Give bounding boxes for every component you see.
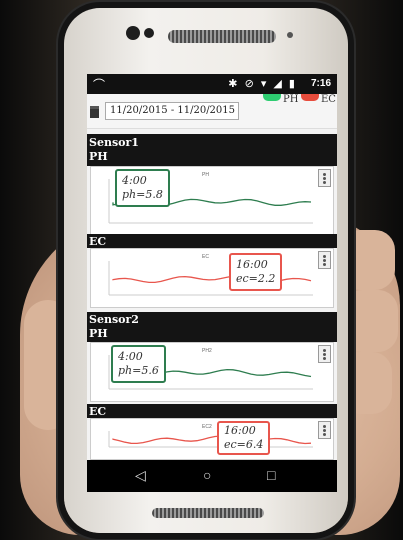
chart-plot: EC (108, 254, 313, 296)
status-time: 7:16 (310, 78, 331, 89)
notification-icon: ⌒ (93, 78, 106, 92)
finger (340, 230, 395, 290)
ec-header: EC (87, 234, 337, 248)
legend-swatch-ec (301, 94, 319, 101)
back-button[interactable]: ◁ (135, 467, 146, 484)
front-camera (126, 26, 140, 40)
section-label: EC (89, 235, 107, 248)
chart-panel: PH 4:00 ph=5.8 (90, 166, 334, 236)
tooltip-time: 16:00 (236, 258, 268, 271)
chart-title: EC (202, 254, 209, 260)
tooltip-value: ec=2.2 (236, 272, 276, 285)
bottom-speaker (152, 508, 264, 518)
phone-screen: ⌒ ✱ ⊘ ▾ ◢ ▮ 7:16 11/20/2015 - 11/20/2015… (87, 74, 337, 492)
chart-plot: EC2 (108, 424, 313, 448)
chart-axis (108, 261, 313, 296)
chart-title: PH (202, 172, 209, 178)
recents-button[interactable]: □ (267, 467, 275, 483)
legend-swatch-ph (263, 94, 281, 101)
chart-menu-button[interactable] (318, 345, 331, 363)
chart-menu-button[interactable] (318, 169, 331, 187)
chart-panel: EC 16:00 ec=2.2 (90, 248, 334, 308)
home-button[interactable]: ○ (203, 467, 211, 483)
calendar-icon[interactable] (90, 106, 99, 118)
photo-scene: ⌒ ✱ ⊘ ▾ ◢ ▮ 7:16 11/20/2015 - 11/20/2015… (0, 0, 403, 540)
finger (342, 290, 398, 352)
sensor-name: Sensor2 (89, 313, 139, 326)
chart-panel: EC2 16:00 ec=6.4 (90, 418, 334, 460)
chart-tooltip: 4:00 ph=5.6 (111, 345, 166, 383)
date-filter-bar: 11/20/2015 - 11/20/2015 PH EC (87, 94, 337, 129)
section-label: EC (89, 405, 107, 418)
legend-label-ph: PH (283, 94, 299, 105)
status-icons: ✱ ⊘ ▾ ◢ ▮ (228, 78, 297, 90)
sensor-name: Sensor1 (89, 136, 139, 149)
section-label: PH (89, 327, 108, 340)
sensor2-header: Sensor2 PH (87, 312, 337, 342)
chart-tooltip: 4:00 ph=5.8 (115, 169, 170, 207)
chart-title: PH2 (202, 348, 212, 354)
section-label: PH (89, 150, 108, 163)
date-range-input[interactable]: 11/20/2015 - 11/20/2015 (105, 102, 239, 120)
tooltip-time: 4:00 (118, 350, 143, 363)
sensor1-header: Sensor1 PH (87, 134, 337, 166)
chart-tooltip: 16:00 ec=6.4 (217, 421, 271, 455)
sensor-dot (144, 28, 154, 38)
status-bar: ⌒ ✱ ⊘ ▾ ◢ ▮ 7:16 (87, 74, 337, 94)
chart-tooltip: 16:00 ec=2.2 (229, 253, 283, 291)
chart-panel: PH2 4:00 ph=5.6 (90, 342, 334, 402)
chart-menu-button[interactable] (318, 251, 331, 269)
tooltip-value: ph=5.8 (122, 188, 163, 201)
chart-title: EC2 (202, 424, 212, 430)
light-sensor (287, 32, 293, 38)
chart-menu-button[interactable] (318, 421, 331, 439)
earpiece-speaker (168, 30, 276, 43)
tooltip-time: 4:00 (122, 174, 147, 187)
ec2-header: EC (87, 404, 337, 418)
tooltip-time: 16:00 (224, 424, 256, 437)
legend-label-ec: EC (321, 94, 336, 105)
tooltip-value: ph=5.6 (118, 364, 159, 377)
android-nav-bar: ◁ ○ □ (87, 460, 337, 492)
tooltip-value: ec=6.4 (224, 438, 264, 451)
series-line (112, 435, 312, 445)
